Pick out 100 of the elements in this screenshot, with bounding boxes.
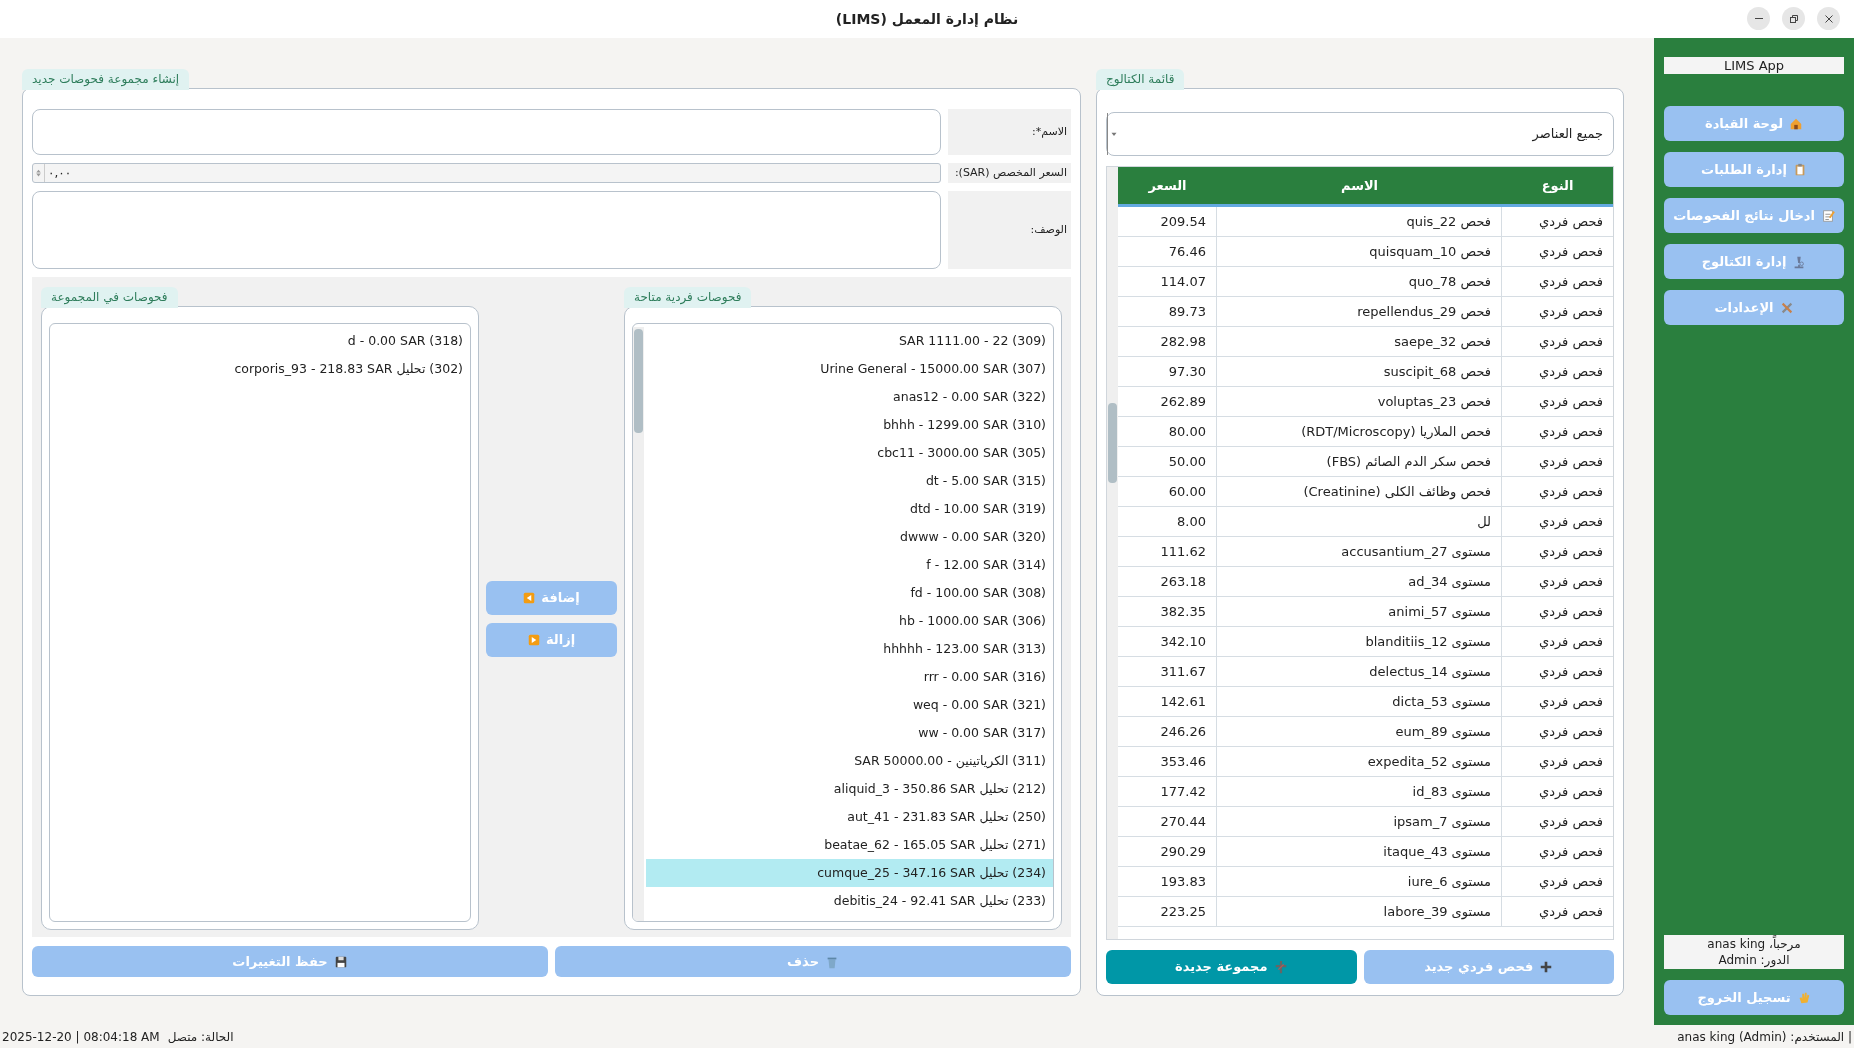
table-cell-text: فحص فردي xyxy=(1537,422,1604,442)
memo-icon xyxy=(1820,208,1835,223)
table-cell-text: فحص فردي xyxy=(1537,452,1604,472)
close-button[interactable] xyxy=(1817,7,1840,30)
table-cell-text: فحص فردي xyxy=(1537,632,1604,652)
tools-icon xyxy=(1779,300,1794,315)
close-icon xyxy=(1824,14,1833,23)
table-cell-text: فحص فردي xyxy=(1537,782,1604,802)
table-cell-text: فحص فردي xyxy=(1537,392,1604,412)
column-header[interactable]: الاسم xyxy=(1217,167,1502,204)
table-cell: فحص saepe_32 xyxy=(1217,327,1502,356)
list-item[interactable]: (307) Urine General - 15000.00 SAR xyxy=(646,355,1053,383)
list-item[interactable]: (316) rrr - 0.00 SAR xyxy=(646,663,1053,691)
house-icon xyxy=(1789,116,1804,131)
list-item[interactable]: (322) anas12 - 0.00 SAR xyxy=(646,383,1053,411)
table-cell: مستوى ipsam_7 xyxy=(1217,807,1502,836)
table-cell: مستوى blanditiis_12 xyxy=(1217,627,1502,656)
list-item[interactable]: (311) الكرياتينين - 50000.00 SAR xyxy=(646,747,1053,775)
table-cell-text: فحص فردي xyxy=(1537,722,1604,742)
restore-button[interactable] xyxy=(1782,7,1805,30)
scrollbar[interactable] xyxy=(633,327,644,921)
column-header[interactable]: السعر xyxy=(1118,167,1217,204)
table-cell-text: فحص فردي xyxy=(1537,242,1604,262)
list-item[interactable]: (212) تحليل aliquid_3 - 350.86 SAR xyxy=(646,775,1053,803)
list-item[interactable]: (310) bhhh - 1299.00 SAR xyxy=(646,411,1053,439)
table-cell-text: فحص فردي xyxy=(1537,602,1604,622)
list-item[interactable]: (308) fd - 100.00 SAR xyxy=(646,579,1053,607)
field-label: الاسم*: xyxy=(948,109,1071,155)
list-item[interactable]: (314) f - 12.00 SAR xyxy=(646,551,1053,579)
list-item[interactable]: (309) 22 - 1111.00 SAR xyxy=(646,327,1053,355)
table-cell-text: فحص فردي xyxy=(1537,362,1604,382)
table-cell: فحص repellendus_29 xyxy=(1217,297,1502,326)
table-cell: مستوى expedita_52 xyxy=(1217,747,1502,776)
table-cell-text: فحص فردي xyxy=(1537,842,1604,862)
table-cell-text: فحص فردي xyxy=(1537,512,1604,532)
table-cell-text: فحص فردي xyxy=(1537,872,1604,892)
scrollbar-thumb[interactable] xyxy=(1108,403,1117,483)
table-cell: لل xyxy=(1217,507,1502,536)
table-cell: فحص الملاريا (RDT/Microscopy) xyxy=(1217,417,1502,446)
table-cell-text: فحص فردي xyxy=(1537,812,1604,832)
scrollbar-thumb[interactable] xyxy=(634,329,643,433)
list-item[interactable]: (315) dt - 5.00 SAR xyxy=(646,467,1053,495)
list-item[interactable]: (234) تحليل cumque_25 - 347.16 SAR xyxy=(646,859,1053,887)
microscope-icon xyxy=(1792,254,1807,269)
group-title: قائمة الكتالوج xyxy=(1096,69,1185,90)
list-item[interactable]: (305) cbc11 - 3000.00 SAR xyxy=(646,439,1053,467)
table-cell: فحص سكر الدم الصائم (FBS) xyxy=(1217,447,1502,476)
field-label: السعر المخصص (SAR): xyxy=(948,163,1071,183)
list-item[interactable]: (318) d - 0.00 SAR xyxy=(52,327,470,355)
table-cell: فحص quis_22 xyxy=(1217,207,1502,236)
list-item[interactable]: (250) تحليل aut_41 - 231.83 SAR xyxy=(646,803,1053,831)
action-button[interactable]: مجموعة جديدة xyxy=(1106,950,1357,984)
role-text: الدور: Admin xyxy=(1717,952,1791,968)
table-cell: مستوى itaque_43 xyxy=(1217,837,1502,866)
price-spinbox[interactable]: ٠,٠٠ xyxy=(32,163,941,183)
table-cell: مستوى delectus_14 xyxy=(1217,657,1502,686)
list-item[interactable]: (320) dwww - 0.00 SAR xyxy=(646,523,1053,551)
list-item[interactable]: (321) weq - 0.00 SAR xyxy=(646,691,1053,719)
scrollbar[interactable] xyxy=(1107,167,1118,939)
restore-icon xyxy=(1789,14,1798,23)
table-cell: مستوى dicta_53 xyxy=(1217,687,1502,716)
table-cell-text: فحص فردي xyxy=(1537,482,1604,502)
list-item[interactable]: (317) ww - 0.00 SAR xyxy=(646,719,1053,747)
table-cell: فحص quo_78 xyxy=(1217,267,1502,296)
table-cell-text: فحص فردي xyxy=(1537,692,1604,712)
welcome-text: مرحباً، anas king xyxy=(1706,936,1802,952)
name-field[interactable] xyxy=(32,109,941,155)
table-cell-text: فحص فردي xyxy=(1537,212,1604,232)
list-item[interactable]: (319) dtd - 10.00 SAR xyxy=(646,495,1053,523)
table-cell: مستوى animi_57 xyxy=(1217,597,1502,626)
table-cell: فحص وظائف الكلى (Creatinine) xyxy=(1217,477,1502,506)
list-item[interactable]: (271) تحليل beatae_62 - 165.05 SAR xyxy=(646,831,1053,859)
table-cell-text: فحص فردي xyxy=(1537,902,1604,922)
column-header[interactable]: النوع xyxy=(1502,167,1613,204)
list-item[interactable]: (302) تحليل corporis_93 - 218.83 SAR xyxy=(52,355,470,383)
table-cell-text: فحص فردي xyxy=(1537,662,1604,682)
group-title: إنشاء مجموعة فحوصات جديد xyxy=(22,69,190,90)
group-title: فحوصات فردية متاحة xyxy=(624,287,752,308)
filter-dropdown[interactable]: جميع العناصر xyxy=(1106,112,1614,156)
table-cell-text: فحص فردي xyxy=(1537,332,1604,352)
description-field[interactable] xyxy=(32,191,941,269)
list-item[interactable]: (306) hb - 1000.00 SAR xyxy=(646,607,1053,635)
field-label: الوصف: xyxy=(948,191,1071,269)
table-cell-text: فحص فردي xyxy=(1537,752,1604,772)
table-cell: مستوى ad_34 xyxy=(1217,567,1502,596)
table-cell: فحص quisquam_10 xyxy=(1217,237,1502,266)
minimize-icon xyxy=(1754,18,1763,19)
group-title: فحوصات في المجموعة xyxy=(41,287,178,308)
table-cell: مستوى eum_89 xyxy=(1217,717,1502,746)
table-cell: مستوى id_83 xyxy=(1217,777,1502,806)
cross-icon xyxy=(1273,960,1288,974)
table-cell-text: فحص فردي xyxy=(1537,572,1604,592)
list-item[interactable]: (233) تحليل debitis_24 - 92.41 SAR xyxy=(646,887,1053,915)
table-cell-text: فحص فردي xyxy=(1537,272,1604,292)
list-item[interactable]: (313) hhhhh - 123.00 SAR xyxy=(646,635,1053,663)
table-cell: مستوى accusantium_27 xyxy=(1217,537,1502,566)
table-cell: مستوى iure_6 xyxy=(1217,867,1502,896)
table-cell: مستوى labore_39 xyxy=(1217,897,1502,926)
table-cell-text: فحص فردي xyxy=(1537,542,1604,562)
minimize-button[interactable] xyxy=(1747,7,1770,30)
